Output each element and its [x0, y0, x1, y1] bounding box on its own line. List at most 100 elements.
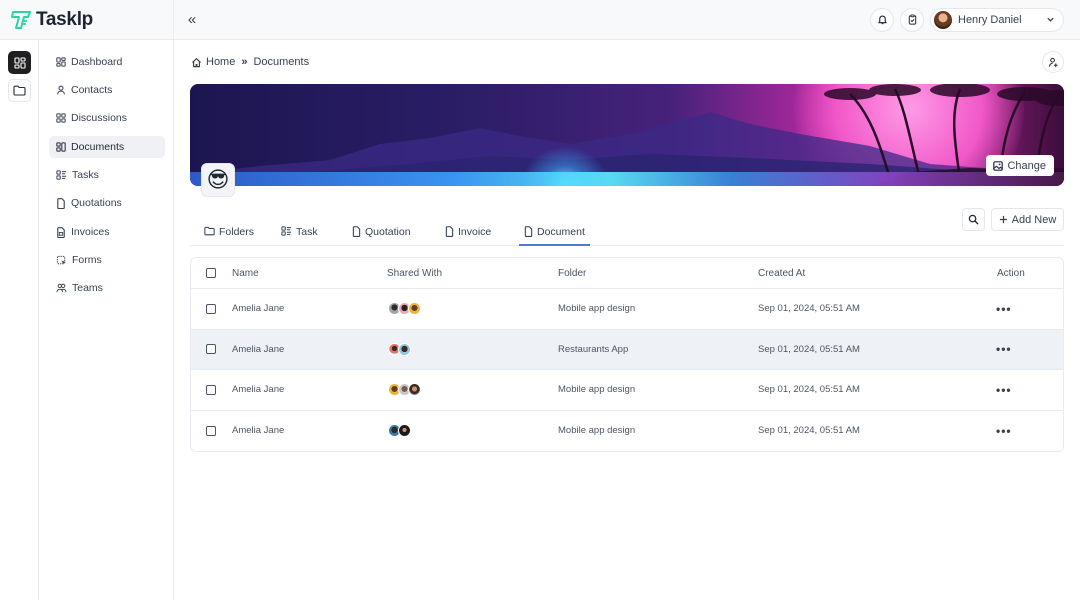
column-header-name[interactable]: Name: [232, 258, 259, 288]
row-checkbox[interactable]: [206, 303, 216, 314]
shared-avatars[interactable]: [388, 302, 421, 316]
sidebar-item-forms[interactable]: Forms: [49, 249, 165, 271]
tab-invoice[interactable]: Invoice: [443, 226, 493, 246]
brand-logo-icon: [11, 10, 31, 29]
sidebar-item-label: Discussions: [71, 112, 128, 124]
row-created-at: Sep 01, 2024, 05:51 AM: [758, 425, 860, 437]
tab-task[interactable]: Task: [279, 226, 320, 246]
user-avatar: [934, 10, 952, 29]
main-content: Home » Documents Change 😎 Add New Folder…: [174, 40, 1080, 600]
sidebar-item-label: Invoices: [71, 226, 110, 238]
collapse-sidebar-button[interactable]: «: [184, 11, 200, 28]
column-header-folder[interactable]: Folder: [558, 258, 586, 288]
user-name: Henry Daniel: [958, 13, 1022, 26]
sidebar-item-contacts[interactable]: Contacts: [49, 79, 165, 101]
discussions-icon: [56, 113, 66, 123]
row-folder: Mobile app design: [558, 384, 636, 396]
documents-icon: [56, 142, 66, 152]
sidebar-item-teams[interactable]: Teams: [49, 277, 165, 299]
row-name[interactable]: Amelia Jane: [232, 330, 284, 370]
row-folder: Mobile app design: [558, 425, 636, 437]
banner-mountains: [190, 84, 1064, 186]
table-row[interactable]: Amelia Jane Mobile app design Sep 01, 20…: [191, 411, 1063, 452]
more-actions-icon[interactable]: •••: [996, 383, 1012, 397]
sidebar-item-label: Quotations: [71, 197, 122, 209]
rail-apps-button[interactable]: [8, 51, 31, 74]
row-name[interactable]: Amelia Jane: [232, 370, 284, 410]
user-icon: [57, 85, 65, 95]
avatar: [408, 383, 421, 397]
tasks-icon: [281, 226, 292, 236]
row-checkbox[interactable]: [206, 425, 216, 436]
avatar: [408, 302, 421, 316]
sidebar-item-label: Tasks: [72, 169, 99, 181]
more-actions-icon[interactable]: •••: [996, 342, 1012, 356]
column-header-action: Action: [997, 267, 1025, 279]
brand-name: Tasklp: [36, 8, 93, 30]
row-checkbox[interactable]: [206, 384, 216, 395]
sidebar-item-label: Dashboard: [71, 56, 123, 68]
table-row[interactable]: Amelia Jane Restaurants App Sep 01, 2024…: [191, 329, 1063, 370]
tab-document[interactable]: Document: [519, 226, 590, 246]
tab-quotation[interactable]: Quotation: [350, 226, 413, 246]
folder-icon: [13, 85, 26, 96]
banner-sea: [190, 172, 1064, 186]
user-menu[interactable]: Henry Daniel: [930, 7, 1064, 32]
shared-avatars[interactable]: [388, 383, 421, 397]
table-row[interactable]: Amelia Jane Mobile app design Sep 01, 20…: [191, 289, 1063, 330]
column-header-created-at[interactable]: Created At: [758, 258, 805, 288]
row-created-at: Sep 01, 2024, 05:51 AM: [758, 303, 860, 315]
select-all-checkbox[interactable]: [206, 268, 216, 278]
home-icon[interactable]: [191, 57, 202, 68]
user-plus-icon: [1048, 57, 1058, 67]
table-header-row: Name Shared With Folder Created At Actio…: [191, 258, 1063, 289]
change-cover-label: Change: [1007, 159, 1046, 172]
sidebar-item-discussions[interactable]: Discussions: [49, 107, 165, 129]
tasks-clipboard-button[interactable]: [900, 7, 924, 32]
shared-avatars[interactable]: [388, 424, 411, 438]
row-created-at: Sep 01, 2024, 05:51 AM: [758, 343, 860, 355]
sidebar-item-label: Contacts: [71, 84, 113, 96]
breadcrumb-current: Documents: [253, 56, 310, 68]
dashboard-icon: [56, 57, 66, 67]
image-icon: [993, 160, 1004, 171]
more-actions-icon[interactable]: •••: [996, 302, 1012, 316]
forms-icon: [56, 255, 66, 264]
sunglasses-emoji-icon: 😎: [206, 167, 230, 192]
row-checkbox[interactable]: [206, 344, 216, 355]
tab-folders[interactable]: Folders: [202, 226, 256, 246]
document-emoji-avatar[interactable]: 😎: [201, 163, 235, 197]
tab-label: Quotation: [365, 226, 411, 238]
sidebar-item-invoices[interactable]: Invoices: [49, 221, 165, 243]
sidebar-item-label: Documents: [71, 141, 125, 153]
sidebar-item-label: Teams: [72, 282, 103, 294]
shared-avatars[interactable]: [388, 342, 411, 356]
sidebar-item-dashboard[interactable]: Dashboard: [49, 51, 165, 73]
invoice-icon: [57, 226, 65, 238]
more-actions-icon[interactable]: •••: [996, 424, 1012, 438]
change-cover-button[interactable]: Change: [986, 155, 1054, 176]
row-name[interactable]: Amelia Jane: [232, 289, 284, 329]
table-row[interactable]: Amelia Jane Mobile app design Sep 01, 20…: [191, 370, 1063, 411]
row-name[interactable]: Amelia Jane: [232, 411, 284, 452]
sidebar-item-label: Forms: [72, 254, 102, 266]
sidebar-item-tasks[interactable]: Tasks: [49, 164, 165, 186]
file-icon: [57, 197, 65, 209]
add-member-button[interactable]: [1042, 51, 1064, 73]
breadcrumb-separator: »: [241, 56, 248, 68]
breadcrumb-home[interactable]: Home: [206, 56, 235, 68]
chevron-down-icon: [1047, 17, 1054, 22]
column-header-shared-with: Shared With: [387, 267, 443, 279]
teams-icon: [56, 283, 67, 293]
avatar: [398, 424, 411, 438]
rail-folder-button[interactable]: [8, 79, 31, 102]
sidebar: Dashboard Contacts Discussions Documents…: [39, 40, 174, 600]
tab-label: Document: [537, 226, 585, 238]
grid-icon: [13, 56, 26, 69]
row-folder: Restaurants App: [558, 343, 629, 355]
sidebar-item-quotations[interactable]: Quotations: [49, 192, 165, 214]
notifications-button[interactable]: [870, 7, 894, 32]
app: Tasklp « Henry Daniel Dashboard Contacts…: [0, 0, 1080, 600]
sidebar-item-documents[interactable]: Documents: [49, 136, 165, 158]
cover-banner: Change: [190, 84, 1064, 186]
